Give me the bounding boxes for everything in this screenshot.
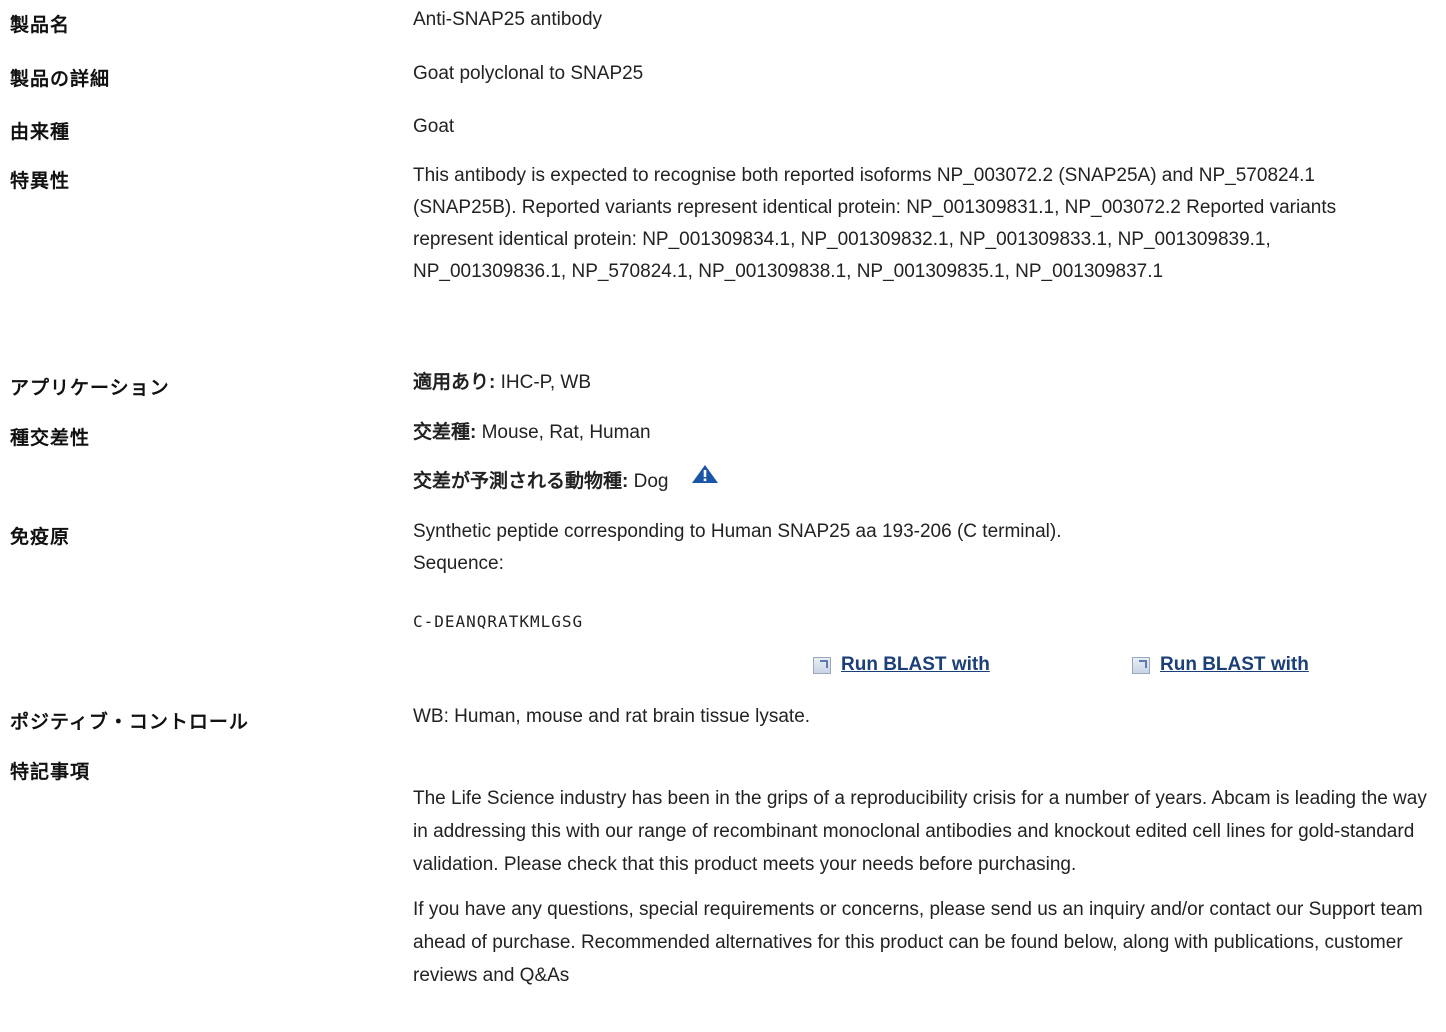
sequence-label: Sequence:: [413, 553, 504, 574]
predicted-list: Dog: [628, 471, 669, 493]
label-notes: 特記事項: [10, 762, 91, 783]
product-detail-value: Goat polyclonal to SNAP25: [413, 63, 644, 84]
run-blast-link-2[interactable]: Run BLAST with: [1132, 654, 1309, 676]
notes-paragraph-1: The Life Science industry has been in th…: [413, 788, 1427, 875]
label-positive-control: ポジティブ・コントロール: [10, 712, 249, 733]
specificity-value: This antibody is expected to recognise b…: [413, 165, 1337, 282]
immunogen-value: Synthetic peptide corresponding to Human…: [413, 521, 1062, 542]
applications-value: 適用あり: IHC-P, WB: [413, 367, 1443, 399]
applications-list: IHC-P, WB: [495, 372, 592, 393]
label-product-detail: 製品の詳細: [10, 69, 111, 90]
label-product-name: 製品名: [10, 15, 71, 36]
notes-paragraph-2: If you have any questions, special requi…: [413, 899, 1423, 986]
predicted-reactivity: 交差が予測される動物種: Dog: [413, 465, 1443, 498]
label-specificity: 特異性: [10, 171, 71, 192]
applications-prefix: 適用あり:: [413, 372, 496, 393]
predicted-prefix: 交差が予測される動物種:: [413, 471, 629, 493]
host-value: Goat: [413, 116, 455, 137]
sequence-value: C-DEANQRATKMLGSG: [413, 612, 584, 631]
run-blast-link-1[interactable]: Run BLAST with: [813, 654, 990, 676]
label-reactivity: 種交差性: [10, 428, 91, 449]
warning-triangle-icon[interactable]: [691, 462, 718, 494]
label-applications: アプリケーション: [10, 378, 170, 399]
external-link-icon: [1132, 656, 1150, 674]
notes-value: The Life Science industry has been in th…: [413, 782, 1446, 1004]
positive-control-value: WB: Human, mouse and rat brain tissue ly…: [413, 706, 811, 727]
product-name-value: Anti-SNAP25 antibody: [413, 9, 603, 30]
label-host: 由来種: [10, 122, 71, 143]
reactivity-prefix: 交差種:: [413, 422, 477, 443]
label-immunogen: 免疫原: [10, 527, 71, 548]
reactivity-list: Mouse, Rat, Human: [476, 422, 651, 443]
reactivity-value: 交差種: Mouse, Rat, Human: [413, 417, 1443, 449]
external-link-icon: [813, 656, 831, 674]
